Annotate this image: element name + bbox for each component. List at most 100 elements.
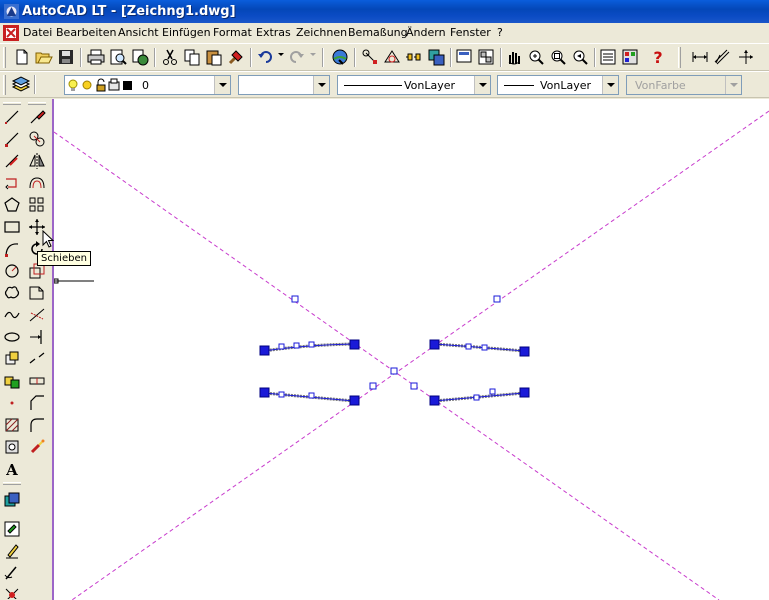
- polyline-icon[interactable]: [5, 178, 17, 190]
- dimension-linear-icon[interactable]: [690, 47, 710, 67]
- construction-line-icon[interactable]: [5, 154, 19, 168]
- lineweight-dropdown-arrow[interactable]: [602, 76, 618, 94]
- stretch-icon[interactable]: [29, 286, 44, 300]
- mirror-icon[interactable]: [29, 153, 45, 169]
- design-center-icon[interactable]: [476, 47, 496, 67]
- save-icon[interactable]: [56, 47, 76, 67]
- construction-lines[interactable]: [54, 110, 769, 600]
- redo-dropdown-arrow[interactable]: [310, 53, 316, 56]
- paste-icon[interactable]: [204, 47, 224, 67]
- midpoint-grips[interactable]: [278, 295, 501, 401]
- named-views-icon[interactable]: [454, 47, 474, 67]
- chamfer-icon[interactable]: [30, 395, 44, 410]
- construction-line-diagonal-2[interactable]: [71, 110, 769, 600]
- join-icon[interactable]: [29, 377, 45, 385]
- text-icon[interactable]: A: [5, 461, 18, 477]
- drawing-viewport[interactable]: [54, 99, 769, 600]
- lineweight-dropdown[interactable]: VonLayer: [497, 75, 619, 95]
- curve-upper-right[interactable]: [433, 342, 525, 353]
- make-block-icon[interactable]: [4, 376, 20, 389]
- menu-ansicht[interactable]: Ansicht: [118, 26, 159, 39]
- dimension-ordinate-icon[interactable]: [736, 47, 756, 67]
- zoom-window-icon[interactable]: [548, 47, 568, 67]
- publish-icon[interactable]: [130, 47, 150, 67]
- trim-icon[interactable]: [29, 308, 45, 322]
- drawing-area[interactable]: [52, 99, 769, 600]
- extend-icon[interactable]: [30, 330, 42, 344]
- break-icon[interactable]: [29, 352, 45, 364]
- menu-zeichnen[interactable]: Zeichnen: [296, 26, 347, 39]
- edit-icon[interactable]: [6, 544, 19, 559]
- menu-datei[interactable]: Datei: [23, 26, 52, 39]
- menu-einfuegen[interactable]: Einfügen: [162, 26, 211, 39]
- arc-icon[interactable]: [5, 243, 19, 257]
- snap-from-icon[interactable]: [360, 47, 380, 67]
- ray-icon[interactable]: [5, 132, 19, 147]
- modify-toolbar-grip[interactable]: [28, 102, 46, 105]
- erase-icon[interactable]: [30, 110, 46, 124]
- layer-dropdown[interactable]: 0: [64, 75, 231, 95]
- toolbar-grip[interactable]: [678, 47, 681, 68]
- polygon-icon[interactable]: [4, 197, 20, 212]
- document-icon[interactable]: [3, 25, 19, 41]
- hatch-icon[interactable]: [5, 418, 19, 432]
- ucs-icon[interactable]: [426, 47, 446, 67]
- print-preview-icon[interactable]: [108, 47, 128, 67]
- menu-aendern[interactable]: Ändern: [406, 26, 446, 39]
- array-icon[interactable]: [29, 197, 44, 212]
- menu-fenster[interactable]: Fenster: [450, 26, 491, 39]
- palette-icon[interactable]: [5, 588, 19, 599]
- insert-block-icon[interactable]: [5, 351, 19, 365]
- zoom-previous-icon[interactable]: [570, 47, 590, 67]
- rectangle-icon[interactable]: [4, 221, 20, 233]
- explode-icon[interactable]: [30, 439, 45, 454]
- tracking-icon[interactable]: [404, 47, 424, 67]
- line-icon[interactable]: [5, 110, 19, 124]
- cut-icon[interactable]: [160, 47, 180, 67]
- properties-icon[interactable]: [598, 47, 618, 67]
- region-icon[interactable]: [5, 440, 19, 454]
- color-dropdown-arrow[interactable]: [313, 76, 329, 94]
- copy-object-icon[interactable]: [29, 131, 45, 147]
- menu-bearbeiten[interactable]: Bearbeiten: [56, 26, 116, 39]
- dimension-aligned-icon[interactable]: [712, 47, 732, 67]
- open-icon[interactable]: [34, 47, 54, 67]
- autocad-app-icon[interactable]: [4, 4, 19, 19]
- color-dropdown[interactable]: [238, 75, 330, 95]
- circle-icon[interactable]: [5, 264, 19, 278]
- layer-manager-icon[interactable]: [11, 75, 31, 95]
- osnap-icon[interactable]: [382, 47, 402, 67]
- realtime-zoom-icon[interactable]: [526, 47, 546, 67]
- match-properties-icon[interactable]: [226, 47, 246, 67]
- pen-icon[interactable]: [4, 566, 17, 580]
- help-icon[interactable]: ?: [648, 47, 668, 67]
- toolbar-grip[interactable]: [3, 47, 6, 68]
- new-icon[interactable]: [12, 47, 32, 67]
- spline-icon[interactable]: [4, 311, 20, 319]
- menu-help[interactable]: ?: [497, 26, 503, 39]
- layer-icon[interactable]: [4, 492, 20, 507]
- selected-objects[interactable]: [259, 295, 530, 406]
- scale-icon[interactable]: [29, 263, 45, 279]
- layer-toolbar-grip[interactable]: [3, 482, 21, 485]
- undo-icon[interactable]: [256, 47, 276, 67]
- copy-icon[interactable]: [182, 47, 202, 67]
- palette-toolbar-icon[interactable]: [620, 47, 640, 67]
- revision-cloud-icon[interactable]: [4, 286, 20, 299]
- menu-format[interactable]: Format: [213, 26, 252, 39]
- point-icon[interactable]: [10, 401, 14, 405]
- linetype-dropdown-arrow[interactable]: [474, 76, 490, 94]
- properties-small-icon[interactable]: [4, 521, 20, 537]
- redo-icon[interactable]: [286, 47, 306, 67]
- realtime-pan-icon[interactable]: [504, 47, 524, 67]
- undo-dropdown-arrow[interactable]: [278, 53, 284, 56]
- hyperlink-icon[interactable]: [330, 47, 350, 67]
- offset-icon[interactable]: [29, 177, 45, 189]
- menu-extras[interactable]: Extras: [256, 26, 291, 39]
- ellipse-icon[interactable]: [4, 332, 20, 342]
- toolbar-grip[interactable]: [3, 75, 6, 95]
- linetype-dropdown[interactable]: VonLayer: [337, 75, 491, 95]
- menu-bemassung[interactable]: Bemaßung: [348, 26, 408, 39]
- layer-dropdown-arrow[interactable]: [214, 76, 230, 94]
- fillet-icon[interactable]: [30, 418, 44, 432]
